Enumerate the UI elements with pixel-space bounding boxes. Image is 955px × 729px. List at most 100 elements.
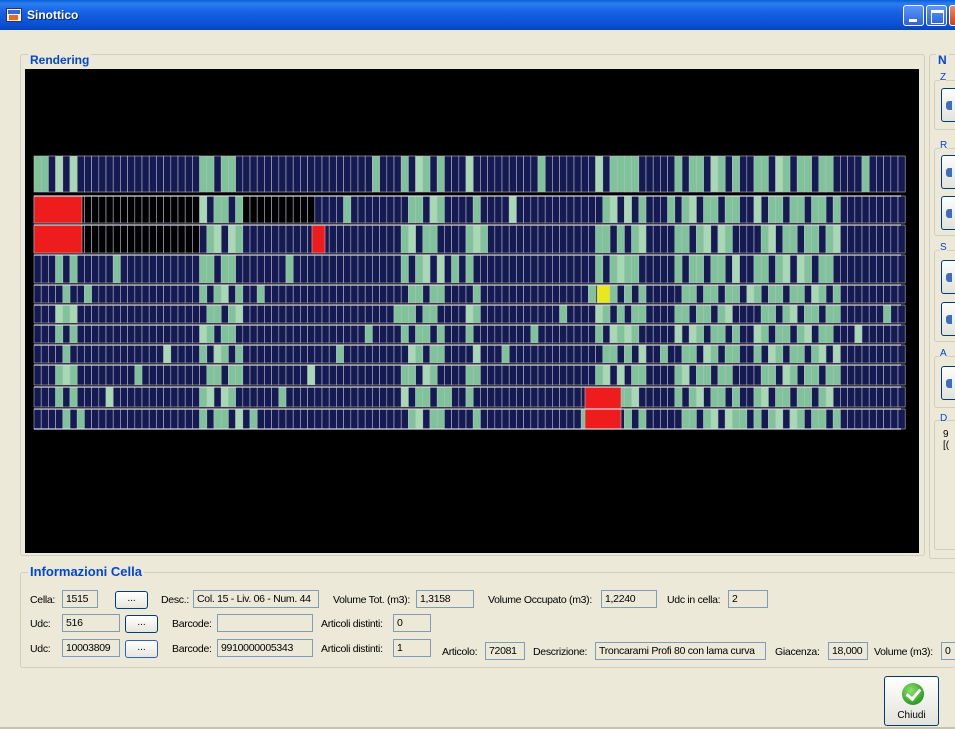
rack-cell[interactable]: [379, 324, 388, 344]
rack-cell[interactable]: [847, 195, 856, 224]
rack-cell[interactable]: [177, 155, 186, 193]
rack-cell[interactable]: [220, 155, 229, 193]
rack-cell[interactable]: [480, 364, 488, 386]
rack-cell[interactable]: [120, 344, 128, 364]
rack-cell[interactable]: [523, 254, 532, 284]
rack-cell[interactable]: [624, 284, 632, 304]
rack-cell[interactable]: [336, 304, 344, 324]
rack-cell[interactable]: [472, 386, 481, 408]
rack-cell[interactable]: [508, 254, 517, 284]
rack-cell[interactable]: [127, 324, 136, 344]
rack-cell[interactable]: [357, 254, 366, 284]
rack-cell[interactable]: [400, 408, 409, 430]
rack-cell[interactable]: [487, 155, 496, 193]
rack-cell[interactable]: [192, 284, 200, 304]
rack-cell[interactable]: [76, 408, 85, 430]
rack-cell[interactable]: [256, 344, 265, 364]
rack-cell[interactable]: [422, 224, 431, 254]
rack-cell[interactable]: [501, 408, 510, 430]
rack-cell[interactable]: [501, 344, 510, 364]
rack-cell[interactable]: [206, 224, 215, 254]
rack-cell[interactable]: [588, 155, 596, 193]
rack-cell[interactable]: [508, 224, 517, 254]
rack-cell[interactable]: [746, 254, 755, 284]
rack-cell[interactable]: [544, 284, 553, 304]
rack-cell[interactable]: [868, 284, 877, 304]
rack-cell[interactable]: [300, 155, 308, 193]
rack-cell[interactable]: [746, 224, 755, 254]
rack-cell[interactable]: [724, 364, 733, 386]
giacenza-field[interactable]: 18,000: [828, 642, 868, 660]
rack-cell[interactable]: [105, 324, 114, 344]
rack-cell[interactable]: [199, 224, 208, 254]
rack-cell[interactable]: [523, 304, 532, 324]
rack-cell[interactable]: [422, 155, 431, 193]
rack-cell[interactable]: [213, 408, 222, 430]
rack-cell[interactable]: [717, 284, 726, 304]
rack-cell[interactable]: [544, 304, 553, 324]
rack-cell[interactable]: [732, 408, 740, 430]
rack-cell[interactable]: [91, 408, 100, 430]
rack-cell[interactable]: [768, 386, 776, 408]
rack-cell[interactable]: [811, 224, 820, 254]
rack-cell[interactable]: [609, 155, 618, 193]
rack-cell[interactable]: [645, 254, 654, 284]
rack-cell[interactable]: [508, 304, 517, 324]
rack-cell[interactable]: [472, 324, 481, 344]
rack-cell[interactable]: [739, 195, 748, 224]
rack-cell[interactable]: [796, 386, 805, 408]
rack-cell[interactable]: [98, 195, 107, 224]
rack-cell[interactable]: [890, 304, 899, 324]
rack-cell[interactable]: [228, 224, 236, 254]
rack-cell[interactable]: [868, 386, 877, 408]
rack-cell[interactable]: [638, 364, 647, 386]
rack-cell[interactable]: [530, 386, 539, 408]
rack-cell[interactable]: [573, 224, 582, 254]
rack-cell[interactable]: [314, 155, 323, 193]
rack-cell[interactable]: [436, 155, 445, 193]
rack-cell[interactable]: [134, 324, 143, 344]
rack-cell[interactable]: [184, 304, 193, 324]
rack-cell[interactable]: [487, 224, 496, 254]
rack-cell[interactable]: [494, 324, 503, 344]
rack-cell[interactable]: [379, 344, 388, 364]
rack-cell[interactable]: [206, 155, 215, 193]
rack-cell[interactable]: [400, 284, 409, 304]
rack-cell[interactable]: [544, 344, 553, 364]
rack-cell[interactable]: [883, 254, 892, 284]
rack-cell[interactable]: [105, 284, 114, 304]
rack-cell[interactable]: [753, 284, 762, 304]
rack-cell[interactable]: [69, 254, 78, 284]
rack-cell[interactable]: [429, 254, 438, 284]
rack-cell[interactable]: [796, 284, 805, 304]
rack-cell[interactable]: [494, 195, 503, 224]
rack-cell[interactable]: [840, 254, 848, 284]
rack-cell[interactable]: [148, 386, 157, 408]
rack-cell[interactable]: [609, 344, 618, 364]
rack-cell[interactable]: [386, 155, 395, 193]
rack-cell[interactable]: [120, 155, 128, 193]
rack-cell[interactable]: [256, 364, 265, 386]
rack-cell[interactable]: [631, 386, 640, 408]
rack-cell[interactable]: [472, 408, 481, 430]
rack-cell[interactable]: [552, 254, 560, 284]
rack-cell[interactable]: [717, 408, 726, 430]
rack-cell[interactable]: [552, 304, 560, 324]
rack-cell[interactable]: [55, 408, 64, 430]
rack-cell[interactable]: [436, 304, 445, 324]
rack-cell[interactable]: [429, 304, 438, 324]
rack-cell[interactable]: [876, 155, 884, 193]
rack-cell[interactable]: [177, 344, 186, 364]
rack-cell[interactable]: [357, 344, 366, 364]
rack-cell[interactable]: [213, 364, 222, 386]
rack-cell[interactable]: [566, 344, 575, 364]
rack-cell[interactable]: [559, 364, 568, 386]
rack-cell[interactable]: [782, 224, 791, 254]
rack-cell[interactable]: [688, 408, 697, 430]
rack-cell[interactable]: [156, 324, 164, 344]
rack-cell[interactable]: [84, 324, 92, 344]
rack-cell[interactable]: [120, 284, 128, 304]
rack-cell[interactable]: [674, 224, 683, 254]
rack-cell[interactable]: [595, 254, 604, 284]
rack-cell[interactable]: [897, 284, 906, 304]
